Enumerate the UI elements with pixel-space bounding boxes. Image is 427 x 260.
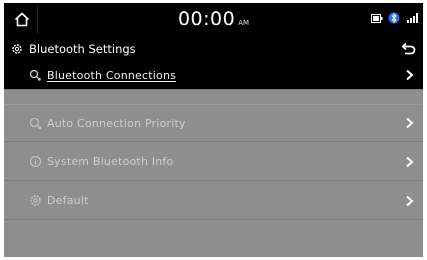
priority-icon	[28, 116, 42, 130]
bluetooth-phone-icon	[28, 68, 42, 82]
reset-gear-icon	[28, 194, 42, 208]
page-title: Bluetooth Settings	[29, 42, 136, 56]
menu-item-label: System Bluetooth Info	[47, 155, 174, 168]
info-icon	[28, 155, 42, 169]
signal-icon	[407, 13, 418, 23]
menu-item-default[interactable]: Default	[4, 182, 423, 220]
back-arrow-icon	[401, 42, 416, 55]
status-icons	[371, 12, 419, 24]
chevron-right-icon	[401, 154, 417, 170]
battery-icon	[371, 13, 383, 23]
menu-item-auto-connection-priority[interactable]: Auto Connection Priority	[4, 104, 423, 142]
gear-icon	[12, 44, 22, 54]
clock: 00:00 AM	[4, 3, 423, 35]
clock-time: 00:00	[177, 8, 236, 30]
divider	[4, 89, 423, 90]
chevron-right-icon	[401, 193, 417, 209]
menu-item-bluetooth-connections[interactable]: Bluetooth Connections	[4, 61, 423, 89]
chevron-right-icon	[401, 115, 417, 131]
settings-menu: Bluetooth Connections Auto Connection Pr…	[4, 61, 423, 257]
bluetooth-icon	[388, 12, 400, 24]
chevron-right-icon	[401, 67, 417, 83]
back-button[interactable]	[395, 35, 423, 63]
header: Bluetooth Settings	[4, 35, 423, 63]
status-bar: 00:00 AM	[4, 3, 423, 35]
header-title-wrap: Bluetooth Settings	[11, 35, 136, 63]
menu-item-system-bluetooth-info[interactable]: System Bluetooth Info	[4, 143, 423, 181]
menu-item-label: Bluetooth Connections	[47, 68, 177, 82]
screen: 00:00 AM Bluetooth Settings Bluetooth Co…	[4, 3, 423, 257]
clock-ampm: AM	[238, 19, 250, 27]
menu-item-label: Auto Connection Priority	[47, 116, 186, 130]
menu-item-label: Default	[47, 194, 89, 207]
